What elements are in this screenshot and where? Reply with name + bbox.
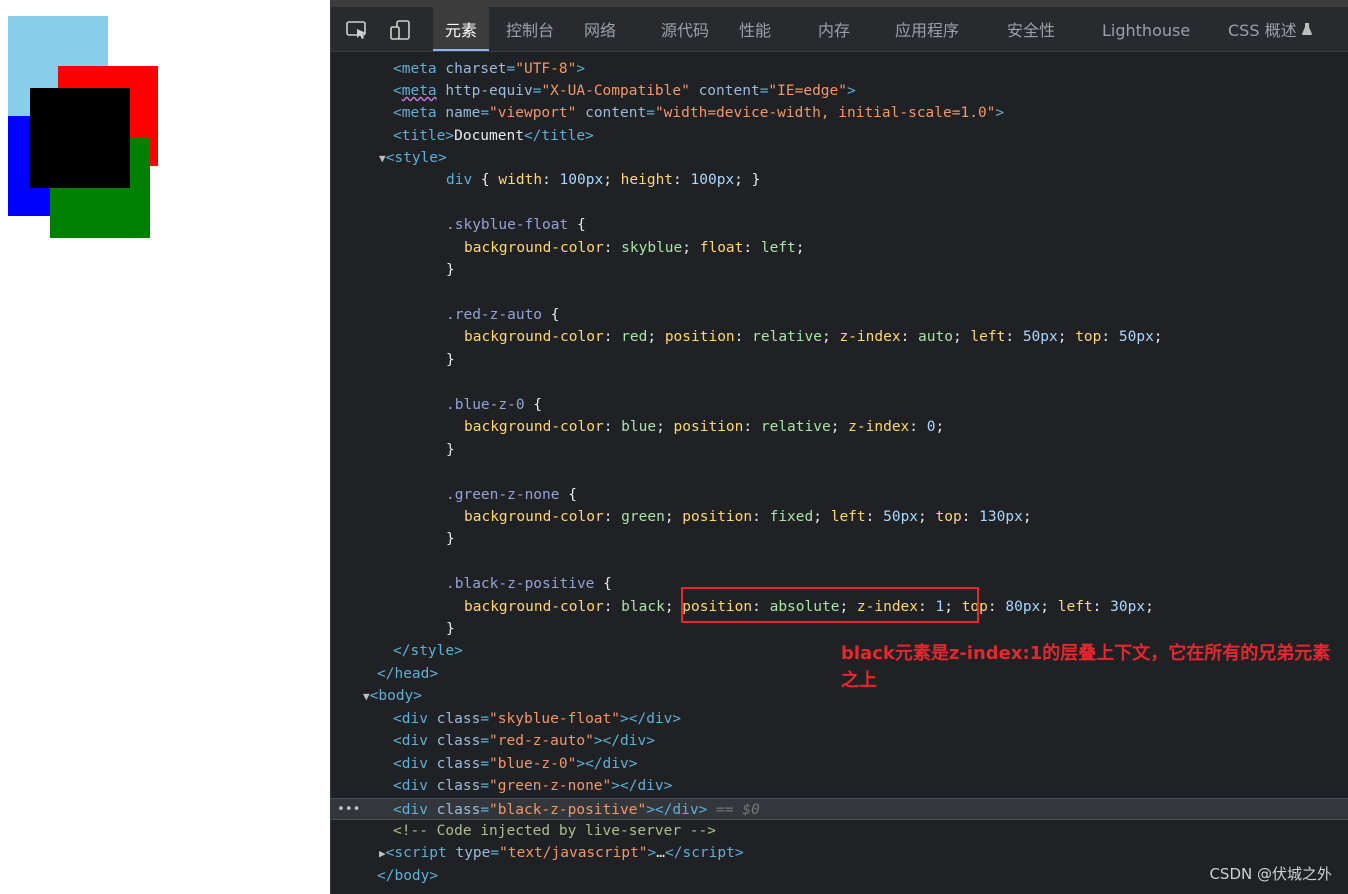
code-line[interactable]: background-color: skyblue; float: left; [331,237,1348,259]
code-line[interactable]: <!-- Code injected by live-server --> [331,820,1348,842]
tab-css-overview[interactable]: CSS 概述 [1228,7,1313,51]
selected-code-line[interactable]: ••• <div class="black-z-positive"></div> … [331,798,1348,820]
black-z-positive-box [30,88,130,188]
code-line[interactable]: <meta charset="UTF-8"> [331,58,1348,80]
code-line[interactable]: background-color: red; position: relativ… [331,326,1348,348]
highlight-rectangle [681,587,979,623]
tab-memory[interactable]: 内存 [818,7,850,51]
code-line[interactable]: div { width: 100px; height: 100px; } [331,169,1348,191]
code-line: } [446,262,455,278]
expand-triangle-icon[interactable]: ▼ [363,686,370,708]
code-line[interactable]: .red-z-auto { [331,304,1348,326]
code-line[interactable]: <meta http-equiv="X-UA-Compatible" conte… [331,80,1348,102]
tab-console[interactable]: 控制台 [506,7,554,51]
code-line[interactable]: <div class="green-z-none"></div> [331,775,1348,797]
device-toolbar-icon[interactable] [389,19,413,41]
collapsed-triangle-icon[interactable]: ▶ [379,843,386,865]
tab-elements[interactable]: 元素 [433,7,490,51]
code-line[interactable]: background-color: green; position: fixed… [331,506,1348,528]
devtools-tabbar: 元素 控制台 网络 源代码 性能 内存 应用程序 安全性 Lighthouse … [331,7,1348,52]
code-line[interactable]: </body> [331,865,1348,887]
tab-application[interactable]: 应用程序 [895,7,959,51]
code-line[interactable]: ▶<script type="text/javascript">…</scrip… [331,842,1348,864]
watermark: CSDN @伏城之外 [1209,865,1332,883]
code-line[interactable]: .skyblue-float { [331,214,1348,236]
annotation-text: black元素是z-index:1的层叠上下文，它在所有的兄弟元素之上 [841,643,1331,691]
more-options-icon[interactable]: ••• [337,799,360,821]
code-line[interactable]: background-color: blue; position: relati… [331,416,1348,438]
code-line[interactable]: <title>Document</title> [331,125,1348,147]
code-line[interactable]: .green-z-none { [331,484,1348,506]
tab-sources[interactable]: 源代码 [661,7,709,51]
code-line[interactable]: <div class="skyblue-float"></div> [331,708,1348,730]
code-line[interactable]: ▼<style> [331,147,1348,169]
expand-triangle-icon[interactable]: ▼ [379,148,386,170]
code-line: } [446,442,455,458]
tab-lighthouse[interactable]: Lighthouse [1102,7,1190,51]
tab-network[interactable]: 网络 [584,7,616,51]
inspect-element-icon[interactable] [345,19,369,41]
devtools-panel: 元素 控制台 网络 源代码 性能 内存 应用程序 安全性 Lighthouse … [330,7,1348,894]
code-line: } [446,352,455,368]
code-line: } [446,531,455,547]
code-line[interactable]: <meta name="viewport" content="width=dev… [331,102,1348,124]
page-preview [0,0,330,894]
flask-icon [1301,7,1313,55]
tab-performance[interactable]: 性能 [739,7,771,51]
tab-css-overview-label: CSS 概述 [1228,21,1297,40]
code-line[interactable]: .blue-z-0 { [331,394,1348,416]
code-line[interactable]: <div class="red-z-auto"></div> [331,730,1348,752]
tab-security[interactable]: 安全性 [1007,7,1055,51]
code-line[interactable]: <div class="blue-z-0"></div> [331,753,1348,775]
